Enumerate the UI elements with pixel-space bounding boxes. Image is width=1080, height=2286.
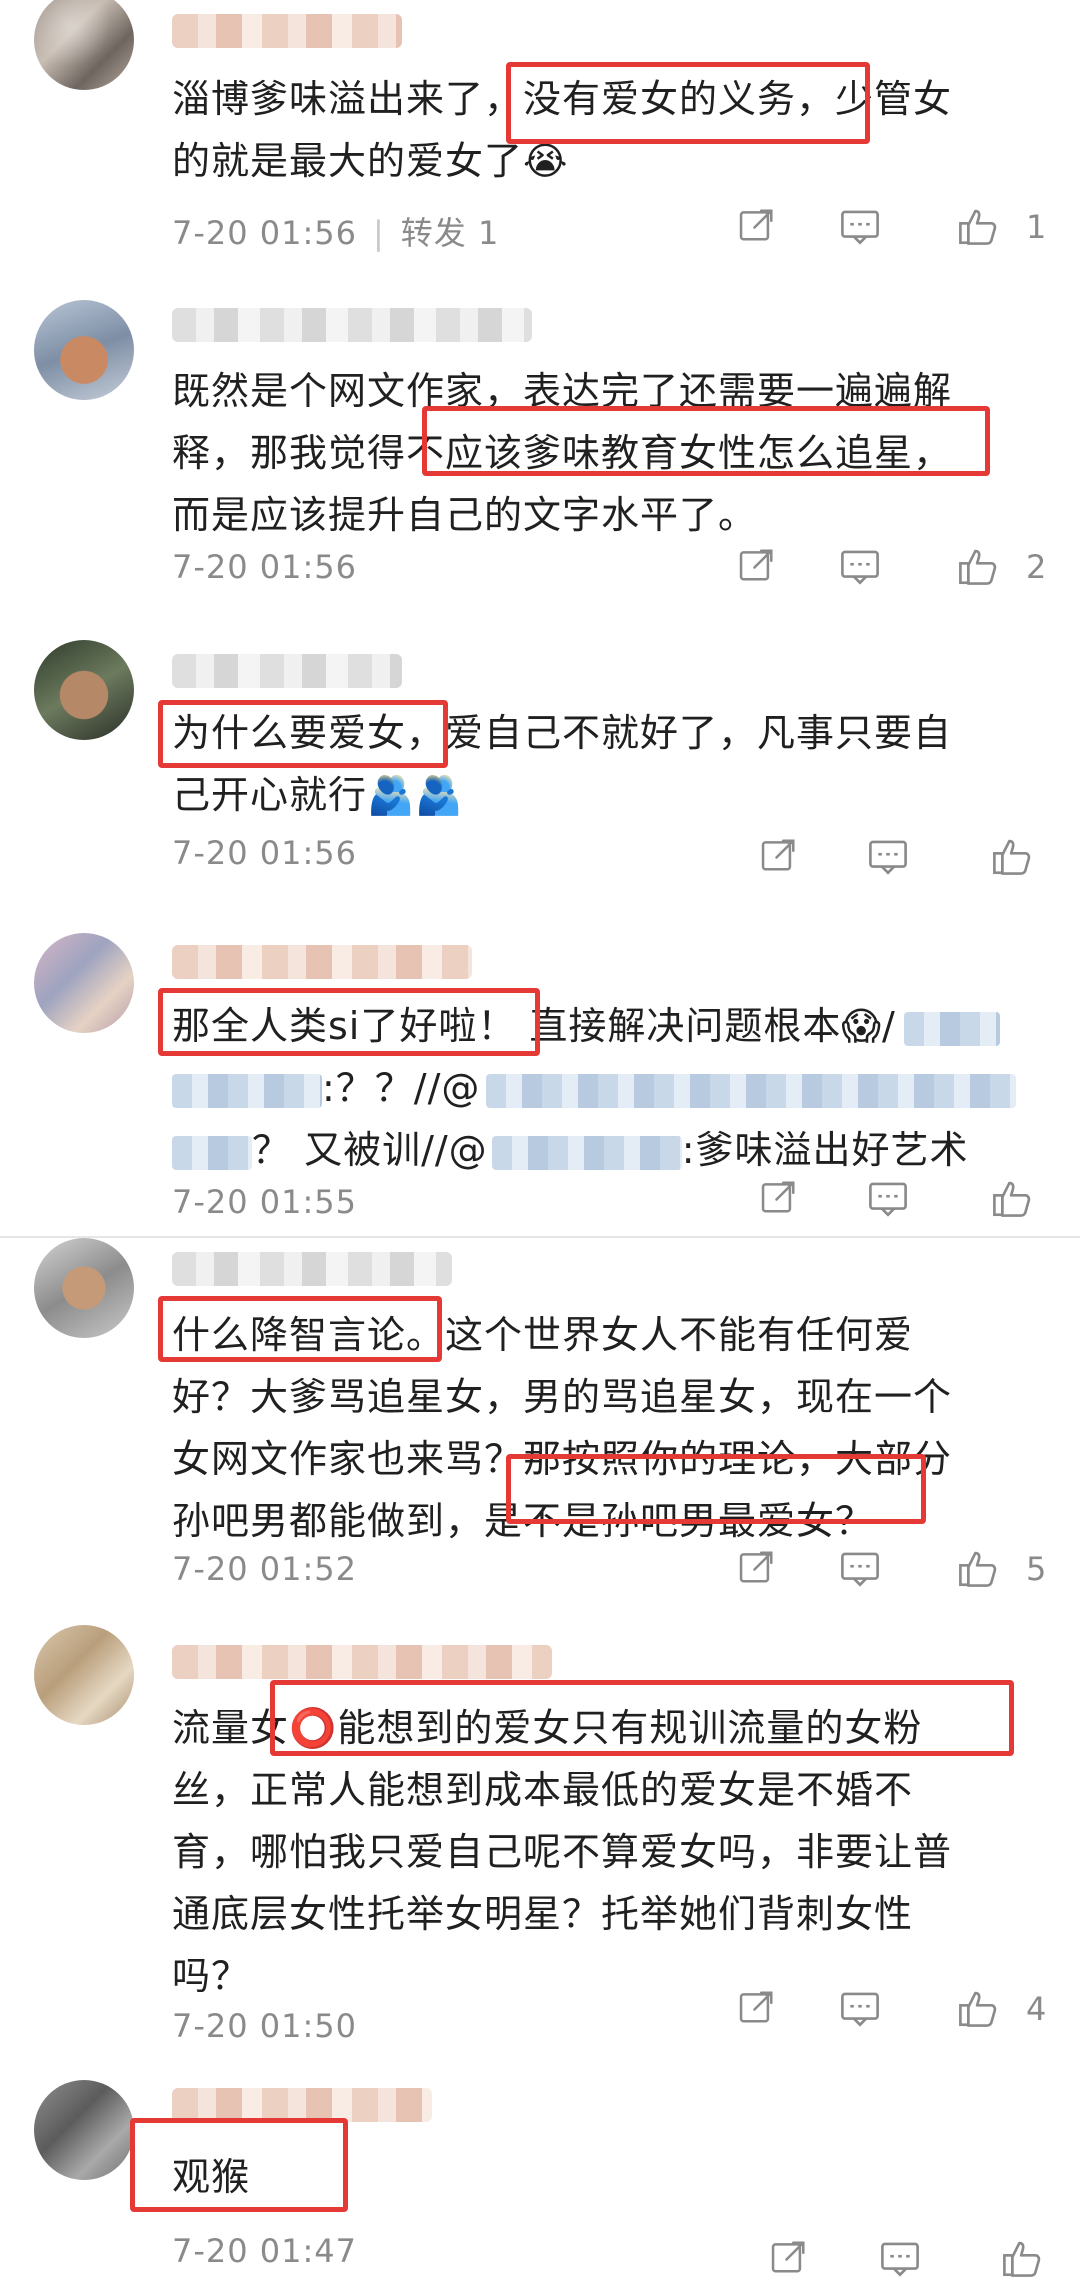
comment-meta: 7-20 01:50 [172, 2007, 357, 2045]
highlight-box [158, 1296, 442, 1362]
comment-icon[interactable] [878, 2236, 928, 2286]
timestamp: 7-20 01:55 [172, 1183, 358, 1221]
like-count: 4 [1026, 1990, 1047, 2028]
avatar[interactable] [34, 1625, 134, 1725]
thumbs-up-icon[interactable] [990, 1176, 1040, 1226]
comment-meta: 7-20 01:47 [172, 2232, 357, 2270]
thumbs-up-icon[interactable] [1000, 2236, 1050, 2286]
share-icon[interactable] [736, 1986, 786, 2036]
highlight-box [158, 700, 448, 768]
timestamp: 7-20 01:56 [172, 548, 358, 586]
share-icon[interactable] [758, 1176, 808, 1226]
share-icon[interactable] [736, 204, 786, 254]
avatar[interactable] [34, 640, 134, 740]
comment-icon[interactable] [838, 204, 888, 254]
comment-icon[interactable] [866, 1176, 916, 1226]
timestamp: 7-20 01:47 [172, 2232, 358, 2270]
username[interactable] [172, 308, 532, 342]
timestamp: 7-20 01:50 [172, 2007, 358, 2045]
highlight-box [506, 1454, 926, 1524]
highlight-box [158, 988, 540, 1056]
comment-meta: 7-20 01:56 [172, 834, 357, 872]
username[interactable] [172, 14, 402, 48]
highlight-box [506, 62, 870, 144]
comment-meta: 7-20 01:52 [172, 1550, 357, 1588]
comment-icon[interactable] [838, 1546, 888, 1596]
avatar[interactable] [34, 0, 134, 90]
comment-icon[interactable] [838, 544, 888, 594]
comment-meta: 7-20 01:56 | 转发 1 [172, 214, 500, 252]
highlight-box [422, 406, 990, 476]
thumbs-up-icon[interactable] [990, 834, 1040, 884]
avatar[interactable] [34, 933, 134, 1033]
share-icon[interactable] [736, 1546, 786, 1596]
timestamp: 7-20 01:56 [172, 834, 358, 872]
comment-meta: 7-20 01:55 [172, 1183, 357, 1221]
comment-meta: 7-20 01:56 [172, 548, 357, 586]
username[interactable] [172, 945, 472, 979]
username[interactable] [172, 2088, 432, 2122]
share-icon[interactable] [736, 544, 786, 594]
share-icon[interactable] [758, 834, 808, 884]
comment-icon[interactable] [838, 1986, 888, 2036]
like-count: 5 [1026, 1550, 1047, 1588]
like-count: 1 [1026, 208, 1047, 246]
thumbs-up-icon[interactable] [956, 204, 1006, 254]
avatar[interactable] [34, 2080, 134, 2180]
like-count: 2 [1026, 548, 1047, 586]
avatar[interactable] [34, 1238, 134, 1338]
comment-icon[interactable] [866, 834, 916, 884]
highlight-box [270, 1680, 1014, 1756]
timestamp: 7-20 01:52 [172, 1550, 358, 1588]
thumbs-up-icon[interactable] [956, 1546, 1006, 1596]
username[interactable] [172, 1645, 552, 1679]
avatar[interactable] [34, 300, 134, 400]
share-icon[interactable] [768, 2236, 818, 2286]
divider [0, 1236, 1080, 1238]
username[interactable] [172, 1252, 452, 1286]
timestamp: 7-20 01:56 [172, 214, 358, 252]
repost-count[interactable]: 转发 1 [401, 214, 500, 252]
thumbs-up-icon[interactable] [956, 1986, 1006, 2036]
highlight-box [130, 2118, 348, 2212]
username[interactable] [172, 654, 402, 688]
thumbs-up-icon[interactable] [956, 544, 1006, 594]
